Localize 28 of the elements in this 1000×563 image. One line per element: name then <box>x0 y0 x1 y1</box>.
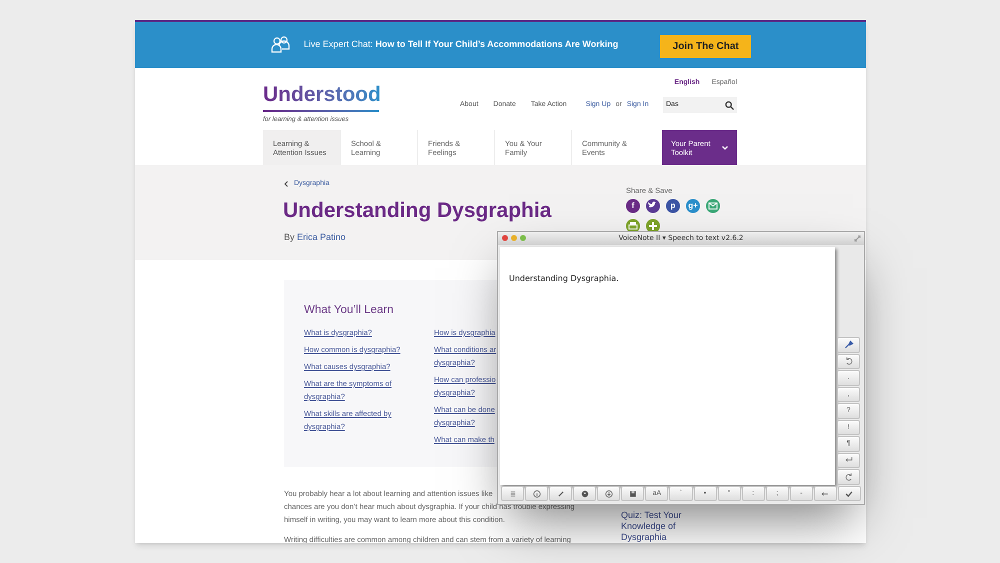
mail-icon[interactable] <box>706 199 720 213</box>
bird-icon[interactable] <box>646 199 660 213</box>
share-button[interactable]: g+ <box>686 199 700 213</box>
info-icon[interactable] <box>525 486 548 501</box>
chevron-left-icon <box>284 181 288 188</box>
share-button[interactable]: p <box>666 199 680 213</box>
join-chat-button[interactable]: Join The Chat <box>660 34 752 58</box>
chevron-down-icon <box>722 146 728 150</box>
resize-icon[interactable] <box>854 235 861 242</box>
close-icon[interactable] <box>502 235 508 241</box>
page-title: Understanding Dysgraphia <box>283 198 552 224</box>
search-icon <box>725 100 734 110</box>
quiz-link[interactable]: Quiz: Test Your Knowledge of Dysgraphia <box>621 510 711 543</box>
zoom-icon[interactable] <box>520 235 526 241</box>
section-heading: What You’ll Learn <box>304 303 394 318</box>
return-icon[interactable] <box>837 452 860 468</box>
byline: By Erica Patino <box>284 231 346 244</box>
check-icon[interactable] <box>838 486 861 501</box>
text-area[interactable]: Understanding Dysgraphia. <box>500 247 835 485</box>
save-icon[interactable] <box>621 486 644 501</box>
arrow-left-icon[interactable] <box>814 486 837 501</box>
download-icon[interactable] <box>597 486 620 501</box>
share-button[interactable]: f <box>626 199 640 213</box>
banner-text: Live Expert Chat: How to Tell If Your Child’s Accommodations Are Working <box>304 38 618 52</box>
redo-icon[interactable] <box>837 469 860 484</box>
people-icon <box>270 36 292 54</box>
undo-icon[interactable] <box>837 354 860 369</box>
list-icon[interactable] <box>501 486 524 501</box>
